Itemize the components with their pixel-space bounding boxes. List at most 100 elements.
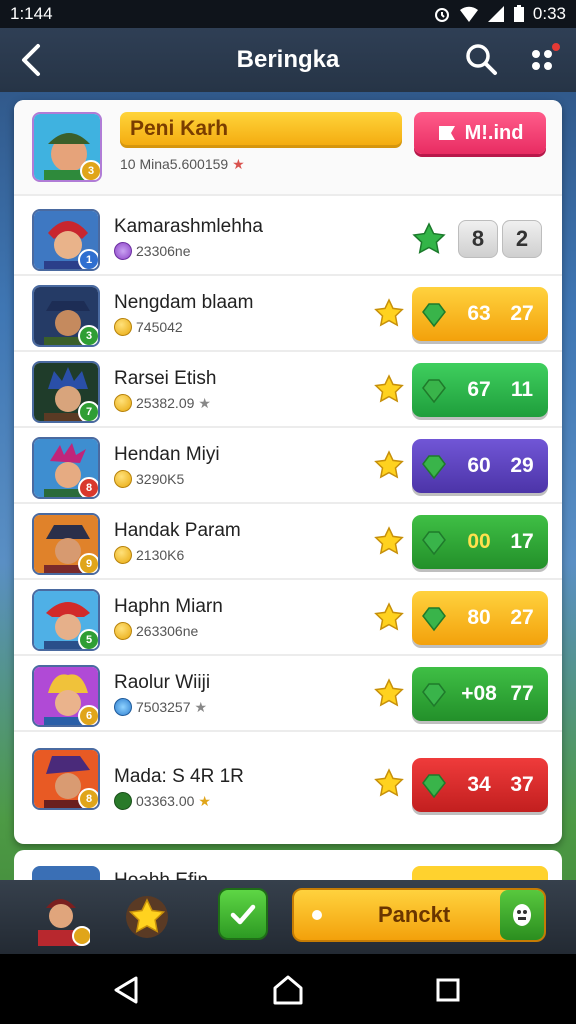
player-stats: 7503257 ★ — [114, 698, 207, 716]
coin-icon — [114, 622, 132, 640]
player-name: Kamarashmlehha — [114, 216, 263, 237]
my-player-stats: 10 Mina5.600159 ★ — [120, 156, 245, 173]
challenge-button[interactable]: M!.ind — [414, 112, 546, 154]
player-name: Haphn Miarn — [114, 596, 223, 617]
score-pill[interactable]: +08 77 — [412, 667, 548, 721]
player-name: Raolur Wiiji — [114, 672, 211, 693]
green-star-icon — [412, 222, 446, 254]
leaderboard-row[interactable]: 1 Kamarashmlehha 23306ne 8 2 — [14, 200, 562, 276]
player-avatar[interactable]: 8 — [32, 437, 100, 499]
score-value-1: 63 — [467, 302, 491, 325]
score-pill[interactable]: 34 37 — [412, 758, 548, 812]
score-value-2: 17 — [510, 530, 534, 553]
gem-icon — [114, 242, 132, 260]
score-pill[interactable]: 00 17 — [412, 515, 548, 569]
score-value-1: 34 — [467, 773, 491, 796]
star-small-icon: ★ — [194, 698, 208, 715]
coin-icon — [114, 394, 132, 412]
player-avatar[interactable]: 6 — [32, 665, 100, 727]
my-player-name: Peni Karh — [120, 112, 402, 148]
player-name: Handak Param — [114, 520, 241, 541]
my-player-stats-text: 10 Mina5.600159 — [120, 156, 229, 172]
player-name: Hendan Miyi — [114, 444, 220, 465]
leaderboard-row[interactable]: 7 Rarsei Etish 25382.09 ★ 67 11 — [14, 352, 562, 428]
score-pill[interactable]: 63 27 — [412, 287, 548, 341]
star-small-icon: ★ — [198, 792, 211, 809]
score-pill[interactable]: 60 29 — [412, 439, 548, 493]
player-avatar[interactable]: 1 — [32, 209, 100, 271]
player-stats-text: 03363.00 — [136, 793, 195, 809]
level-badge: 8 — [78, 788, 98, 808]
player-stats-text: 7503257 — [136, 699, 191, 715]
confirm-button[interactable] — [218, 888, 268, 940]
profile-avatar-button[interactable] — [32, 890, 92, 946]
leaderboard-row[interactable]: 9 Handak Param 2130K6 00 17 — [14, 504, 562, 580]
player-stats-text: 3290K5 — [136, 471, 185, 487]
nav-back-icon[interactable] — [112, 976, 140, 1004]
score-pill[interactable]: 67 11 — [412, 363, 548, 417]
score-value-2: 11 — [510, 378, 534, 401]
search-icon[interactable] — [464, 42, 498, 76]
favorites-star-icon[interactable] — [124, 894, 170, 940]
status-clock: 0:33 — [532, 4, 566, 23]
my-player-card[interactable]: 3 Peni Karh 10 Mina5.600159 ★ M!.ind — [14, 100, 562, 196]
player-stats: 25382.09 ★ — [114, 394, 211, 412]
player-stats: 263306ne — [114, 622, 198, 640]
player-stats: 23306ne — [114, 242, 191, 260]
score-value-1: 80 — [467, 606, 491, 629]
player-avatar[interactable]: 3 — [32, 285, 100, 347]
coin-icon — [114, 546, 132, 564]
wifi-icon — [459, 6, 478, 22]
player-avatar[interactable]: 9 — [32, 513, 100, 575]
leaf-icon — [422, 531, 446, 556]
leaderboard-row[interactable]: 5 Haphn Miarn 263306ne 80 27 — [14, 580, 562, 656]
score-value-1: +08 — [461, 682, 497, 705]
score-pill[interactable]: 80 27 — [412, 591, 548, 645]
bottom-bar: Panckt — [0, 880, 576, 954]
play-button[interactable]: Panckt — [292, 888, 546, 942]
coin-icon — [114, 318, 132, 336]
leaf-icon — [422, 683, 446, 708]
level-badge: 8 — [78, 477, 98, 497]
player-portrait-icon — [38, 899, 92, 946]
coin-icon — [114, 470, 132, 488]
leaderboard-panel: 3 Peni Karh 10 Mina5.600159 ★ M!.ind 1 K… — [14, 100, 562, 844]
player-avatar[interactable]: 5 — [32, 589, 100, 651]
status-bar: 1:144 0:33 — [0, 0, 576, 28]
nav-home-icon[interactable] — [272, 974, 304, 1006]
player-stats-text: 25382.09 — [136, 395, 195, 411]
score-pills[interactable]: 8 2 — [458, 220, 542, 258]
player-stats: 745042 — [114, 318, 183, 336]
gold-star-icon — [374, 768, 404, 797]
player-stats: 2130K6 — [114, 546, 184, 564]
back-arrow-icon[interactable] — [16, 42, 48, 78]
leaf-icon — [422, 303, 446, 328]
leaderboard-row[interactable]: 6 Raolur Wiiji 7503257 ★ +08 77 — [14, 656, 562, 732]
signal-icon — [487, 6, 504, 22]
player-name: Rarsei Etish — [114, 368, 217, 389]
gold-star-icon — [374, 678, 404, 707]
nav-recent-apps-icon[interactable] — [436, 978, 460, 1002]
score-value-1: 67 — [467, 378, 491, 401]
gold-star-icon — [374, 450, 404, 479]
gem-icon — [114, 698, 132, 716]
player-stats-text: 2130K6 — [136, 547, 185, 563]
leaderboard-row[interactable]: 3 Nengdam blaam 745042 63 27 — [14, 276, 562, 352]
player-avatar[interactable]: 7 — [32, 361, 100, 423]
player-name: Mada: S 4R 1R — [114, 766, 244, 787]
gold-star-icon — [374, 602, 404, 631]
my-avatar[interactable]: 3 — [32, 112, 102, 182]
leaf-icon — [422, 455, 446, 480]
gold-star-icon — [374, 526, 404, 555]
page-title: Beringka — [236, 46, 340, 73]
score-value-1: 60 — [467, 454, 491, 477]
app-bar: Beringka — [0, 28, 576, 92]
gem-icon — [114, 792, 132, 810]
leaderboard-row[interactable]: 8 Hendan Miyi 3290K5 60 29 — [14, 428, 562, 504]
leaf-icon — [422, 774, 446, 799]
leaderboard-row[interactable]: 8 Mada: S 4R 1R 03363.00 ★ 34 37 — [14, 732, 562, 832]
dot-icon — [312, 910, 322, 920]
player-avatar[interactable]: 8 — [32, 748, 100, 810]
more-menu-icon[interactable] — [528, 42, 560, 76]
score-value-2: 2 — [502, 220, 542, 258]
